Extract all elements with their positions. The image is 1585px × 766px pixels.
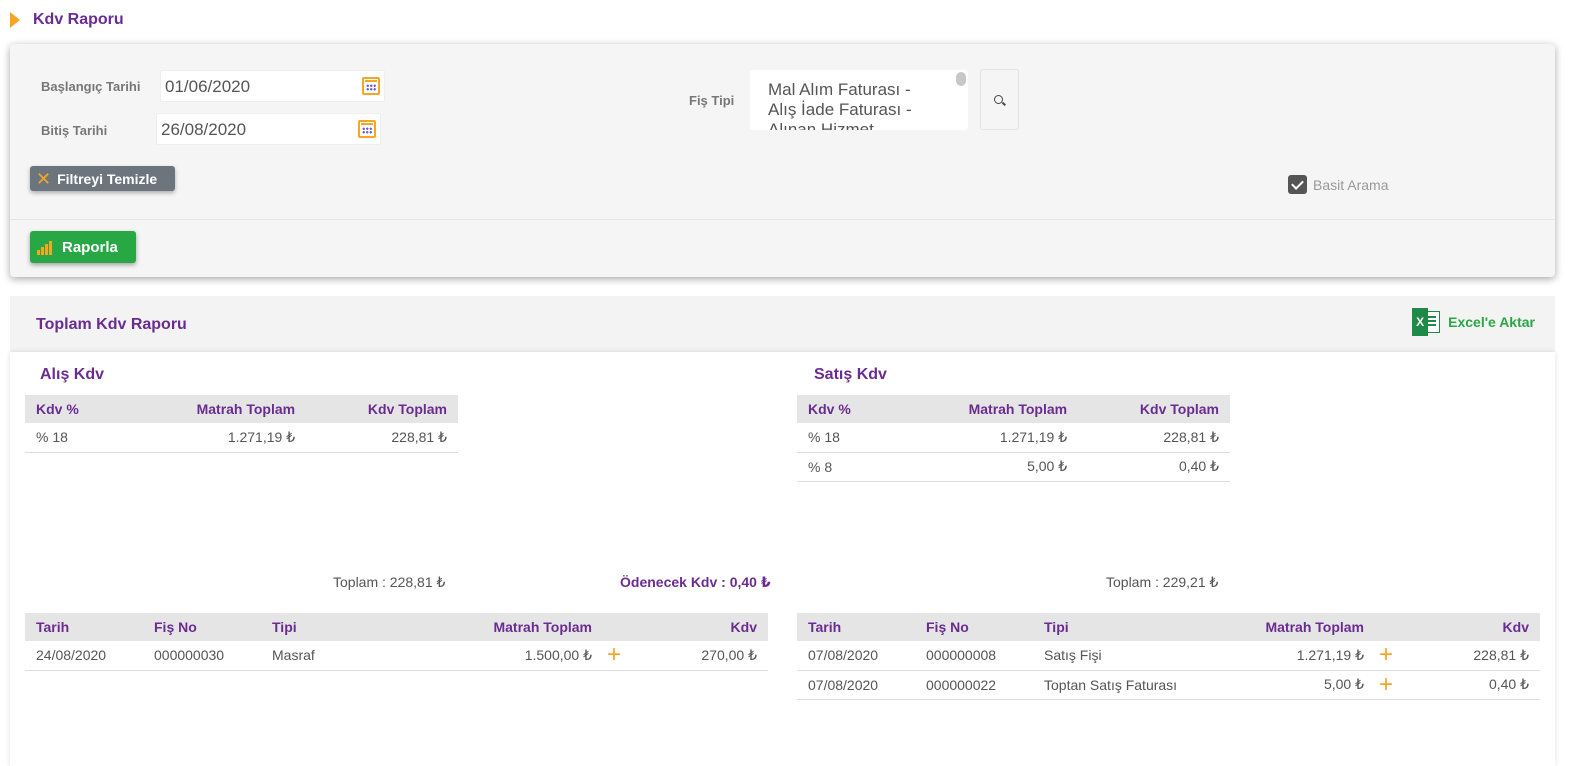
close-icon: ✕ — [36, 168, 52, 189]
table-row: % 18 1.271,19 ₺ 228,81 ₺ — [25, 423, 458, 453]
excel-export-label: Excel'e Aktar — [1448, 314, 1535, 330]
alis-kdv-table: Kdv % Matrah Toplam Kdv Toplam % 18 1.27… — [25, 395, 458, 453]
fis-tipi-label: Fiş Tipi — [689, 93, 735, 108]
cell: 5,00 ₺ — [1233, 670, 1375, 700]
column-header: Tipi — [261, 613, 391, 641]
satis-kdv-table: Kdv % Matrah Toplam Kdv Toplam % 18 1.27… — [797, 395, 1230, 482]
table-row: % 8 5,00 ₺ 0,40 ₺ — [797, 452, 1230, 482]
fis-tipi-option[interactable]: Alış İade Faturası - — [768, 100, 968, 120]
select-scrollbar[interactable] — [956, 72, 966, 86]
clear-filter-label: Filtreyi Temizle — [57, 170, 158, 187]
search-button[interactable] — [980, 69, 1019, 130]
plus-icon[interactable]: + — [607, 641, 621, 668]
plus-icon[interactable]: + — [1379, 641, 1393, 668]
alis-detail-table: Tarih Fiş No Tipi Matrah Toplam Kdv 24/0… — [25, 613, 768, 671]
cell: 5,00 ₺ — [897, 452, 1079, 482]
calendar-icon[interactable] — [362, 77, 380, 95]
basit-arama-checkbox[interactable] — [1288, 175, 1307, 194]
cell: 1.271,19 ₺ — [897, 423, 1079, 453]
odenecek-kdv: Ödenecek Kdv : 0,40 ₺ — [620, 574, 771, 590]
cell: % 8 — [797, 452, 897, 482]
cell: 07/08/2020 — [797, 670, 915, 700]
cell: 228,81 ₺ — [1405, 641, 1540, 671]
cell: % 18 — [25, 423, 125, 453]
column-header: Tarih — [25, 613, 143, 641]
filter-panel: Başlangıç Tarihi 01/06/2020 Bitiş Tarihi… — [10, 44, 1555, 277]
table-row: 07/08/2020 000000022 Toptan Satış Fatura… — [797, 670, 1540, 700]
cell: 0,40 ₺ — [1078, 452, 1230, 482]
cell: 24/08/2020 — [25, 641, 143, 671]
cell: 270,00 ₺ — [633, 641, 768, 671]
column-header: Kdv — [633, 613, 768, 641]
column-header: Fiş No — [143, 613, 261, 641]
column-header-blank — [1375, 613, 1405, 641]
report-button[interactable]: Raporla — [30, 231, 136, 263]
alis-total: Toplam : 228,81 ₺ — [333, 574, 446, 590]
caret-right-icon — [10, 12, 20, 28]
table-row: 07/08/2020 000000008 Satış Fişi 1.271,19… — [797, 641, 1540, 671]
excel-icon: X — [1412, 308, 1441, 336]
basit-arama-toggle[interactable]: Basit Arama — [1288, 175, 1388, 194]
cell: 228,81 ₺ — [1078, 423, 1230, 453]
column-header: Fiş No — [915, 613, 1033, 641]
fis-tipi-option[interactable]: Mal Alım Faturası - — [768, 80, 968, 100]
column-header: Matrah Toplam — [1233, 613, 1375, 641]
cell: Satış Fişi — [1033, 641, 1233, 671]
satis-detail-table: Tarih Fiş No Tipi Matrah Toplam Kdv 07/0… — [797, 613, 1540, 700]
column-header: Kdv % — [25, 395, 125, 423]
column-header: Tarih — [797, 613, 915, 641]
column-header: Tipi — [1033, 613, 1233, 641]
page-title: Kdv Raporu — [33, 11, 124, 28]
column-header: Kdv Toplam — [306, 395, 458, 423]
clear-filter-button[interactable]: ✕ Filtreyi Temizle — [30, 166, 175, 191]
satis-kdv-title: Satış Kdv — [814, 366, 887, 383]
end-date-input[interactable]: 26/08/2020 — [156, 113, 381, 145]
end-date-label: Bitiş Tarihi — [41, 123, 108, 138]
basit-arama-label: Basit Arama — [1313, 176, 1389, 193]
column-header: Kdv — [1405, 613, 1540, 641]
table-row: 24/08/2020 000000030 Masraf 1.500,00 ₺ +… — [25, 641, 768, 671]
cell: 1.500,00 ₺ — [391, 641, 603, 671]
cell: Toptan Satış Faturası — [1033, 670, 1233, 700]
end-date-value: 26/08/2020 — [161, 120, 247, 139]
cell: 000000022 — [915, 670, 1033, 700]
column-header: Matrah Toplam — [391, 613, 603, 641]
column-header: Matrah Toplam — [125, 395, 307, 423]
column-header: Matrah Toplam — [897, 395, 1079, 423]
cell: 000000008 — [915, 641, 1033, 671]
start-date-value: 01/06/2020 — [165, 77, 251, 96]
cell: 000000030 — [143, 641, 261, 671]
cell: Masraf — [261, 641, 391, 671]
cell: 07/08/2020 — [797, 641, 915, 671]
divider — [10, 219, 1555, 220]
report-button-label: Raporla — [62, 238, 118, 256]
cell: 1.271,19 ₺ — [125, 423, 307, 453]
search-icon — [994, 95, 1003, 104]
report-content: Alış Kdv Kdv % Matrah Toplam Kdv Toplam … — [10, 352, 1555, 766]
fis-tipi-select[interactable]: Mal Alım Faturası - Alış İade Faturası -… — [750, 70, 968, 130]
bar-chart-icon — [37, 240, 54, 255]
satis-total: Toplam : 229,21 ₺ — [1106, 574, 1219, 590]
summary-title: Toplam Kdv Raporu — [36, 316, 187, 333]
excel-export-button[interactable]: X Excel'e Aktar — [1412, 308, 1535, 336]
column-header: Kdv Toplam — [1078, 395, 1230, 423]
alis-kdv-title: Alış Kdv — [40, 366, 105, 383]
column-header-blank — [603, 613, 633, 641]
calendar-icon[interactable] — [358, 120, 376, 138]
start-date-input[interactable]: 01/06/2020 — [160, 70, 385, 102]
start-date-label: Başlangıç Tarihi — [41, 79, 141, 94]
page-header: Kdv Raporu — [10, 10, 124, 30]
cell: 0,40 ₺ — [1405, 670, 1540, 700]
cell: % 18 — [797, 423, 897, 453]
table-row: % 18 1.271,19 ₺ 228,81 ₺ — [797, 423, 1230, 453]
summary-header: Toplam Kdv Raporu X Excel'e Aktar — [10, 296, 1555, 352]
column-header: Kdv % — [797, 395, 897, 423]
plus-icon[interactable]: + — [1379, 671, 1393, 698]
fis-tipi-option[interactable]: Alınan Hizmet — [768, 120, 968, 130]
cell: 228,81 ₺ — [306, 423, 458, 453]
cell: 1.271,19 ₺ — [1233, 641, 1375, 671]
